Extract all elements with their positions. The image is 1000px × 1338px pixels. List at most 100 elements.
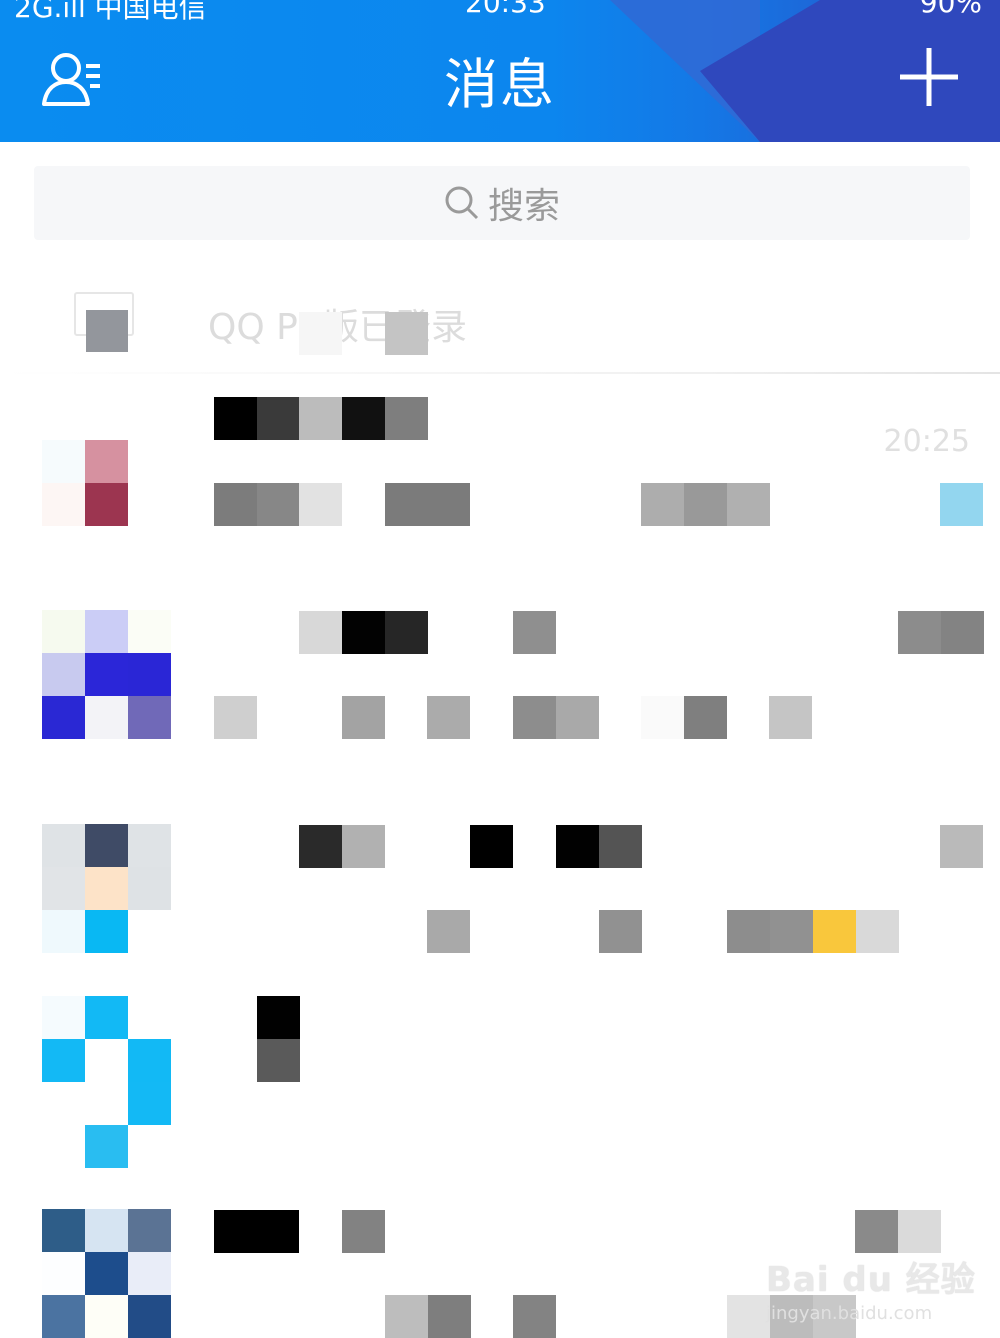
avatar-pixel (42, 1252, 85, 1295)
mosaic-block (898, 611, 941, 654)
mosaic-block (641, 696, 684, 739)
mosaic-block (257, 483, 300, 526)
computer-icon (74, 292, 134, 352)
mosaic-block (556, 825, 599, 868)
chat-item[interactable] (0, 824, 1000, 1024)
mosaic-block (299, 611, 342, 654)
baidu-jingyan-watermark: Bai du 经验 jingyan.baidu.com (766, 1252, 976, 1324)
mosaic-block (513, 1295, 556, 1338)
avatar-pixel (128, 1082, 171, 1125)
avatar-pixel (85, 1295, 128, 1338)
avatar (42, 440, 170, 568)
avatar-pixel (85, 610, 128, 653)
clock-text: 20:33 (465, 0, 546, 19)
chat-time: 20:25 (883, 424, 970, 459)
avatar-pixel (85, 653, 128, 696)
add-button[interactable] (898, 46, 960, 108)
app-header: 2G.ıll 中国电信 20:33 90% 消息 (0, 0, 1000, 142)
mosaic-block (342, 825, 385, 868)
unread-badge (940, 483, 983, 526)
avatar-pixel (128, 1125, 171, 1168)
avatar-pixel (42, 483, 85, 526)
mosaic-block (299, 312, 342, 355)
mosaic-block (342, 611, 385, 654)
mosaic-block (684, 483, 727, 526)
avatar-pixel (85, 996, 128, 1039)
avatar-pixel (42, 696, 85, 739)
mosaic-block (385, 397, 428, 440)
search-bar[interactable]: 搜索 (34, 166, 970, 240)
mosaic-block (769, 696, 812, 739)
mosaic-block (641, 483, 684, 526)
avatar-pixel (42, 1125, 85, 1168)
avatar-pixel (128, 440, 171, 483)
avatar-pixel (128, 824, 171, 867)
chat-item[interactable] (0, 610, 1000, 810)
mosaic-block (428, 1295, 471, 1338)
avatar-pixel (42, 440, 85, 483)
mosaic-block (898, 1210, 941, 1253)
mosaic-block (427, 910, 470, 953)
mosaic-block (855, 1210, 898, 1253)
avatar-pixel (42, 1295, 85, 1338)
chat-item[interactable] (0, 996, 1000, 1176)
mosaic-block (385, 483, 470, 526)
mosaic-block (342, 397, 385, 440)
divider (0, 372, 1000, 374)
avatar-pixel (128, 1039, 171, 1082)
avatar-pixel (128, 483, 171, 526)
avatar-pixel (128, 996, 171, 1039)
chat-item[interactable]: 20:25 (0, 396, 1000, 546)
avatar-pixel (128, 1252, 171, 1295)
avatar-pixel (42, 824, 85, 867)
avatar-pixel (85, 440, 128, 483)
mosaic-block (556, 696, 599, 739)
avatar-pixel (128, 653, 171, 696)
mosaic-block (342, 696, 385, 739)
mosaic-block (770, 910, 813, 953)
avatar-pixel (85, 1209, 128, 1252)
avatar-pixel (42, 653, 85, 696)
mosaic-block (513, 696, 556, 739)
avatar-pixel (128, 696, 171, 739)
mosaic-block (214, 1210, 299, 1253)
mosaic-block (727, 483, 770, 526)
mosaic-block (813, 910, 856, 953)
avatar (42, 1209, 171, 1338)
page-title: 消息 (444, 53, 556, 116)
mosaic-block (214, 397, 257, 440)
mosaic-block (684, 696, 727, 739)
avatar-pixel (42, 910, 85, 953)
avatar-pixel (42, 610, 85, 653)
watermark-sub: jingyan.baidu.com (766, 1303, 933, 1324)
mosaic-block (727, 1295, 770, 1338)
mosaic-block (385, 1295, 428, 1338)
mosaic-block (214, 483, 257, 526)
avatar-pixel (85, 910, 128, 953)
avatar-pixel (85, 1039, 128, 1082)
avatar-pixel (85, 1125, 128, 1168)
mosaic-block (470, 825, 513, 868)
mosaic-block (427, 696, 470, 739)
avatar (42, 610, 171, 739)
mosaic-block (599, 910, 642, 953)
avatar-pixel (42, 1039, 85, 1082)
avatar-pixel (42, 867, 85, 910)
avatar-pixel (85, 824, 128, 867)
status-bar: 2G.ıll 中国电信 20:33 90% (0, 0, 1000, 24)
mosaic-block (257, 397, 300, 440)
avatar-pixel (85, 483, 128, 526)
avatar-pixel (42, 996, 85, 1039)
search-placeholder: 搜索 (487, 186, 560, 227)
avatar-pixel (85, 1082, 128, 1125)
mosaic-block (299, 397, 342, 440)
avatar-pixel (85, 1252, 128, 1295)
battery-text: 90% (919, 0, 982, 19)
watermark-main: Bai du 经验 (766, 1260, 976, 1300)
pc-login-notice[interactable]: QQ PC版已登录 (0, 270, 1000, 370)
mosaic-block (257, 996, 300, 1039)
avatar-pixel (128, 1295, 171, 1338)
avatar (42, 996, 171, 1168)
mosaic-block (299, 825, 342, 868)
plus-icon (900, 48, 958, 106)
